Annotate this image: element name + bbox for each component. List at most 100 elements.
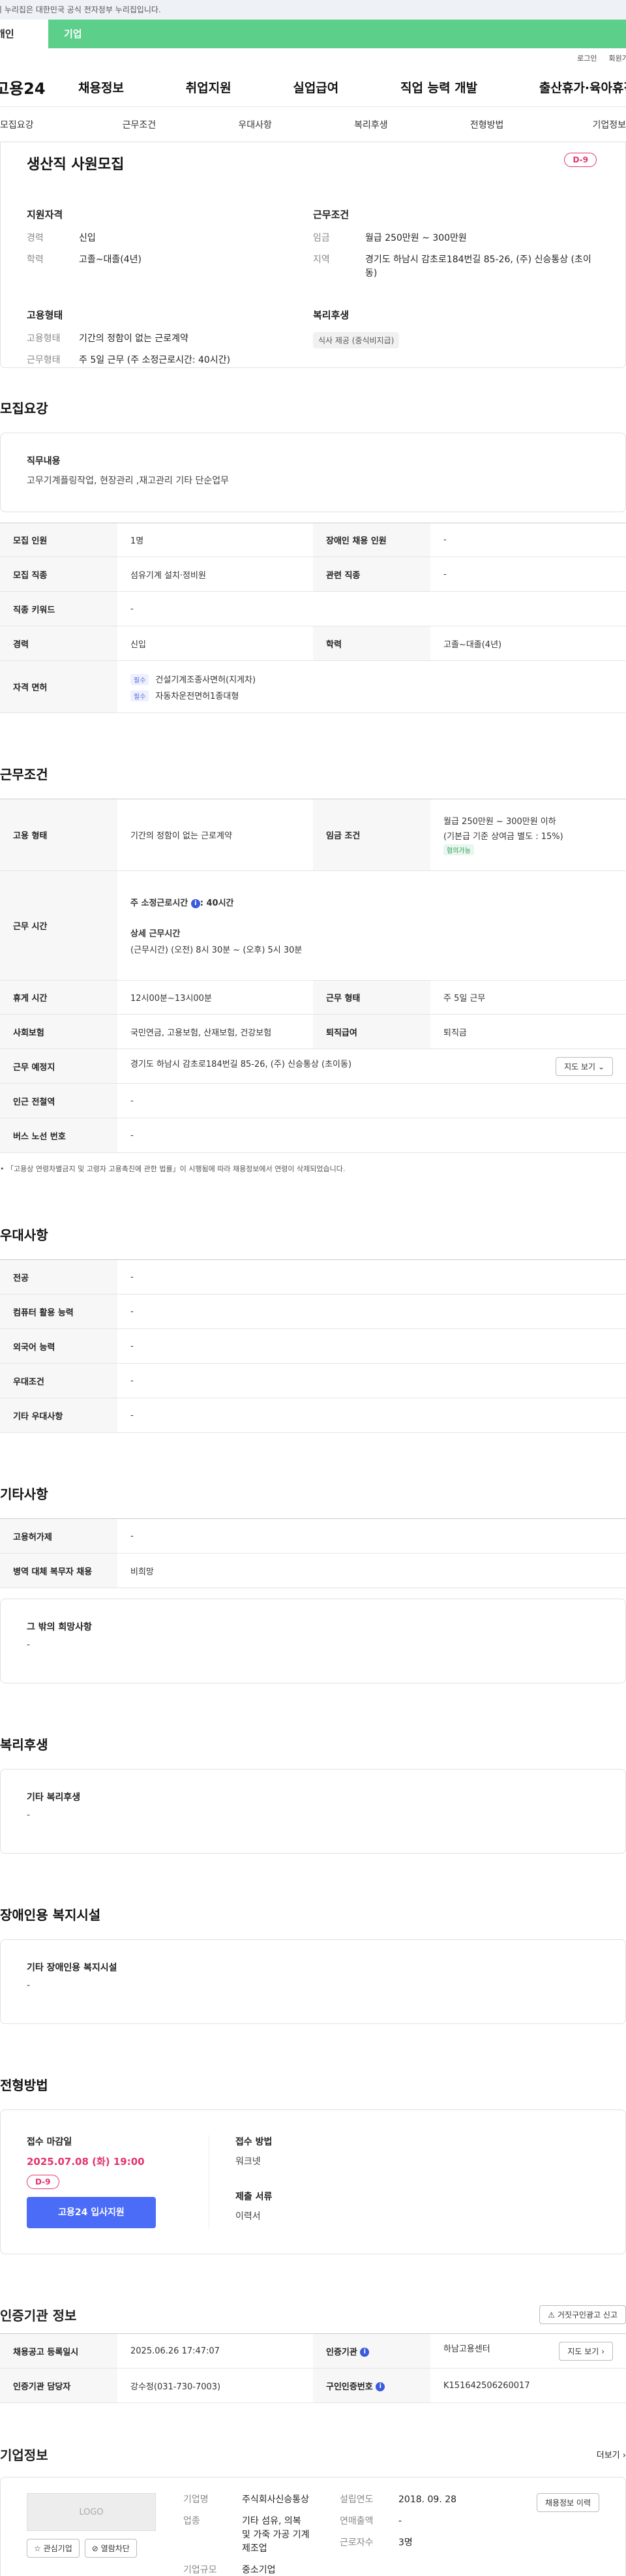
label: 근무 시간 (0, 870, 117, 981)
tab-pref[interactable]: 우대사항 (197, 118, 313, 131)
fav-button[interactable]: ☆ 관심기업 (27, 2539, 80, 2558)
gnb-item-leave[interactable]: 출산휴가·육아휴직 (539, 78, 626, 96)
other-wish-heading: 그 밖의 희망사항 (27, 1622, 92, 1633)
fav-label: 관심기업 (43, 2544, 72, 2553)
value: 경기도 하남시 감초로184번길 85-26, (주) 신승통상 (초이동) (365, 254, 591, 279)
label: 기업규모 (183, 2565, 217, 2575)
value: 3명 (398, 2538, 413, 2548)
apply-button[interactable]: 고용24 입사지원 (27, 2197, 156, 2228)
duty-value: 고무기계플링작업, 현장관리 ,재고관리 기타 단순업무 (27, 476, 230, 486)
age-note: • 「고용상 연령차별금지 및 고령자 고용촉진에 관한 법률」이 시행됨에 따… (0, 1165, 346, 1173)
report-button[interactable]: ⚠ 거짓구인광고 신고 (539, 2305, 626, 2324)
value: 국민연금, 고용보험, 산재보험, 건강보험 (117, 1014, 313, 1049)
label-cert-num: 구인인증번호 i (313, 2368, 430, 2403)
gnb-item-support[interactable]: 취업지원 (186, 78, 231, 96)
value: - (398, 2516, 402, 2526)
gnb-menu: 채용정보 취업지원 실업급여 직업 능력 개발 출산휴가·육아휴직 (78, 78, 626, 96)
company-logo: LOGO (27, 2493, 156, 2531)
duty-box: 직무내용 고무기계플링작업, 현장관리 ,재고관리 기타 단순업무 (0, 433, 626, 512)
label: 외국어 능력 (0, 1328, 117, 1364)
label: 버스 노선 번호 (0, 1118, 117, 1153)
value: - (430, 523, 626, 557)
label: 경력 (27, 233, 44, 243)
value: 섬유기계 설치·정비원 (117, 557, 313, 592)
label: 전공 (0, 1259, 117, 1295)
login-link[interactable]: 로그인 (577, 53, 597, 63)
map-button-label: 지도 보기 (564, 1062, 596, 1071)
label: 임금 조건 (313, 799, 430, 871)
summary-qualification: 지원자격 경력 신입 학력 고졸~대졸(4년) (27, 207, 313, 288)
label: 모집 직종 (0, 557, 117, 592)
gnb-item-jobs[interactable]: 채용정보 (78, 78, 124, 96)
value: 중소기업 (242, 2565, 276, 2575)
label: 고용 형태 (0, 799, 117, 871)
info-icon[interactable]: i (376, 2382, 385, 2391)
tab-recruit[interactable]: 모집요강 (0, 118, 81, 131)
facility-value: - (27, 1980, 31, 1991)
history-button[interactable]: 채용정보 이력 (536, 2493, 599, 2512)
tab-process[interactable]: 전형방법 (429, 118, 545, 131)
wage-cell: 월급 250만원 ~ 300만원 이하 (기본급 기준 상여금 별도 : 15%… (430, 799, 626, 871)
negotiable-tag: 협의가능 (443, 844, 474, 855)
hours-cell: 주 소정근로시간 i: 40시간 상세 근무시간 (근무시간) (오전) 8시 … (117, 870, 626, 981)
value: - (117, 1118, 626, 1153)
site-logo[interactable]: 고용24 (0, 76, 78, 99)
value: - (117, 1518, 626, 1554)
value: 2025.06.26 17:47:07 (117, 2333, 313, 2369)
value: 신입 (117, 626, 313, 661)
value: 고졸~대졸(4년) (430, 626, 626, 661)
work-table: 고용 형태 기간의 정함이 없는 근로계약 임금 조건 월급 250만원 ~ 30… (0, 799, 626, 1153)
label: 근무 예정지 (0, 1049, 117, 1084)
value: 1명 (117, 523, 313, 557)
block-button[interactable]: ⊘ 열람차단 (84, 2539, 137, 2558)
label: 사회보험 (0, 1014, 117, 1049)
method-heading: 접수 방법 (235, 2137, 273, 2147)
gnb-item-benefit[interactable]: 실업급여 (293, 78, 338, 96)
facility-title: 장애인용 복지시설 (0, 1907, 101, 1923)
value: 기간의 정함이 없는 근로계약 (79, 333, 188, 344)
map-button[interactable]: 지도 보기 ⌄ (556, 1056, 613, 1076)
tab-company[interactable]: 기업 (48, 20, 626, 48)
dday-badge: D-9 (564, 153, 597, 167)
global-nav: 고용24 채용정보 취업지원 실업급여 직업 능력 개발 출산휴가·육아휴직 (0, 68, 626, 107)
pref-table: 전공 - 컴퓨터 활용 능력 - 외국어 능력 - 우대조건 - 기타 우대사항 - (0, 1259, 626, 1433)
required-tag: 필수 (130, 673, 149, 685)
cert-map-button[interactable]: 지도 보기 › (559, 2341, 613, 2361)
company-left: LOGO ☆ 관심기업 ⊘ 열람차단 (27, 2493, 183, 2576)
license-item: 건설기계조종사면허(지게차) (155, 675, 256, 685)
value: - (117, 1259, 626, 1295)
tab-personal[interactable]: 개인 (0, 20, 48, 48)
tab-work[interactable]: 근무조건 (81, 118, 197, 131)
value: 및 가죽 가공 기계 (242, 2530, 310, 2540)
tab-benefit[interactable]: 복리후생 (313, 118, 429, 131)
chevron-right-icon: › (601, 2346, 604, 2356)
label: 관련 직종 (313, 557, 430, 592)
deadline-col: 접수 마감일 2025.07.08 (화) 19:00 D-9 고용24 입사지… (27, 2135, 209, 2229)
label: 근무형태 (27, 355, 61, 365)
label: 지역 (313, 254, 330, 265)
label: 모집 인원 (0, 523, 117, 557)
emp-heading: 고용형태 (27, 309, 63, 321)
gnb-item-training[interactable]: 직업 능력 개발 (400, 78, 477, 96)
value: 강수정(031-730-7003) (117, 2368, 313, 2403)
gov-banner: 이 누리집은 대한민국 공식 전자정부 누리집입니다. (0, 0, 626, 20)
pref-title: 우대사항 (0, 1227, 48, 1243)
join-link[interactable]: 회원가입 (609, 53, 626, 63)
job-title: 생산직 사원모집 (27, 157, 125, 173)
cert-org-cell: 하남고용센터 지도 보기 › (430, 2333, 626, 2369)
label: 구인인증번호 (326, 2382, 373, 2392)
value: 제조업 (242, 2543, 267, 2554)
label: 병역 대체 복무자 채용 (0, 1553, 117, 1588)
info-icon[interactable]: i (190, 898, 200, 908)
label: 설립연도 (340, 2494, 374, 2505)
summary-conditions: 근무조건 임금 월급 250만원 ~ 300만원 지역 경기도 하남시 감초로184… (313, 207, 599, 288)
company-box: LOGO ☆ 관심기업 ⊘ 열람차단 기업명 주식회사신승통상 업종 기타 섬유, … (0, 2477, 626, 2576)
label: 임금 (313, 233, 330, 243)
cert-table: 채용공고 등록일시 2025.06.26 17:47:07 인증기관 i 하남고용… (0, 2333, 626, 2403)
etc-title: 기타사항 (0, 1486, 48, 1502)
info-icon[interactable]: i (360, 2348, 370, 2357)
more-link[interactable]: 더보기 › (597, 2448, 626, 2461)
tab-company[interactable]: 기업정보 (545, 118, 626, 131)
label: 근로자수 (340, 2538, 374, 2548)
label: 학력 (27, 254, 44, 265)
